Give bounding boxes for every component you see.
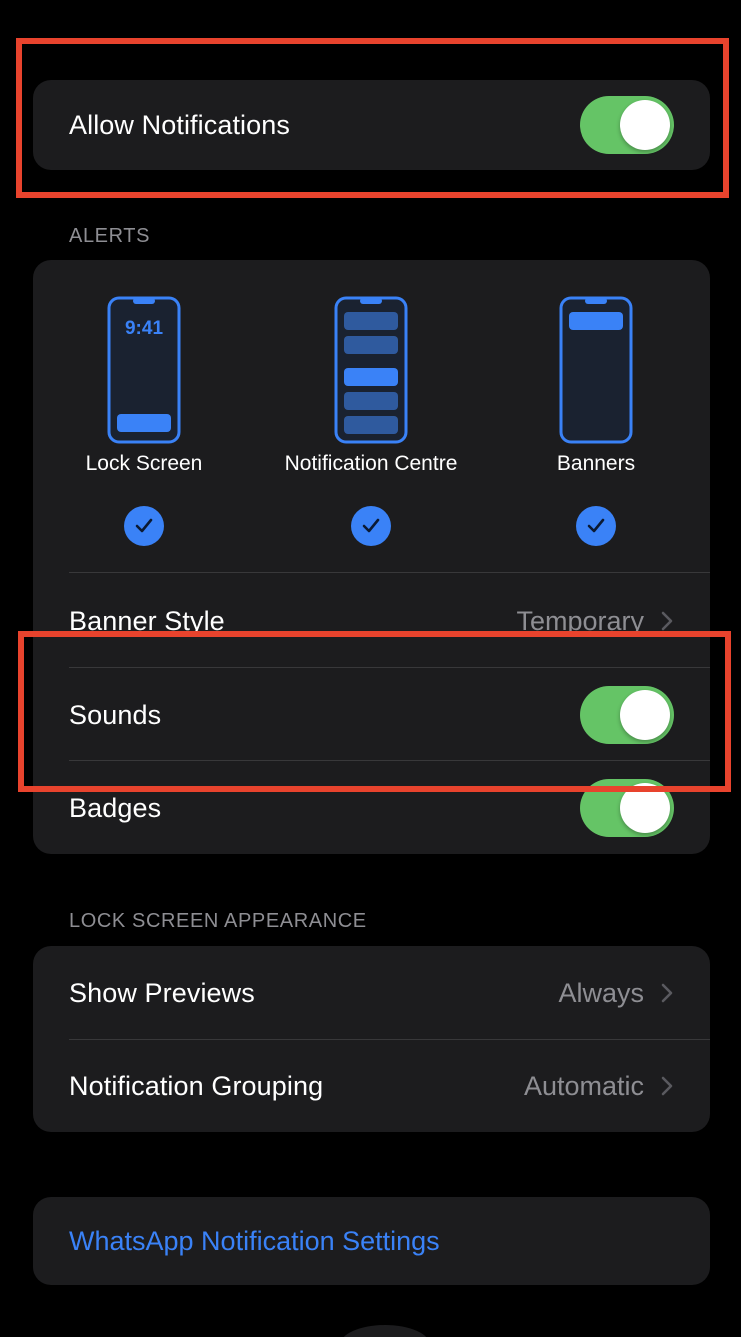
lock-screen-phone-icon: 9:41 xyxy=(107,296,181,444)
checkmark-icon[interactable] xyxy=(576,506,616,546)
checkmark-icon[interactable] xyxy=(124,506,164,546)
alert-option-lock-screen[interactable]: 9:41 Lock Screen xyxy=(34,260,254,546)
home-indicator xyxy=(340,1325,430,1337)
whatsapp-notification-settings-link[interactable]: WhatsApp Notification Settings xyxy=(69,1226,440,1257)
highlight-box-allow-notifications xyxy=(16,38,729,198)
lock-screen-time: 9:41 xyxy=(125,318,163,339)
notification-grouping-value: Automatic xyxy=(523,1070,644,1101)
alert-option-label: Banners xyxy=(556,452,636,475)
alert-option-banners[interactable]: Banners xyxy=(486,260,706,546)
chevron-right-icon xyxy=(661,983,673,1003)
divider xyxy=(69,572,710,573)
notification-grouping-row[interactable]: Notification Grouping Automatic xyxy=(33,1040,710,1132)
badges-label: Badges xyxy=(69,792,162,823)
show-previews-row[interactable]: Show Previews Always xyxy=(33,946,710,1040)
alert-option-label: Notification Centre xyxy=(284,452,458,475)
app-settings-link-card: WhatsApp Notification Settings xyxy=(33,1197,710,1285)
chevron-right-icon xyxy=(661,1076,673,1096)
notification-centre-phone-icon xyxy=(334,296,408,444)
lock-screen-appearance-header: LOCK SCREEN APPEARANCE xyxy=(69,910,367,932)
show-previews-value: Always xyxy=(558,977,644,1008)
alert-option-label: Lock Screen xyxy=(85,452,203,475)
chevron-right-icon xyxy=(661,611,673,631)
checkmark-icon[interactable] xyxy=(351,506,391,546)
banners-phone-icon xyxy=(559,296,633,444)
notification-grouping-label: Notification Grouping xyxy=(69,1070,324,1101)
app-settings-link-row[interactable]: WhatsApp Notification Settings xyxy=(33,1197,710,1285)
lock-screen-appearance-card: Show Previews Always Notification Groupi… xyxy=(33,946,710,1132)
show-previews-label: Show Previews xyxy=(69,977,255,1008)
alert-option-notification-centre[interactable]: Notification Centre xyxy=(261,260,481,546)
highlight-box-sounds xyxy=(18,631,731,792)
alerts-section-header: ALERTS xyxy=(69,225,151,247)
